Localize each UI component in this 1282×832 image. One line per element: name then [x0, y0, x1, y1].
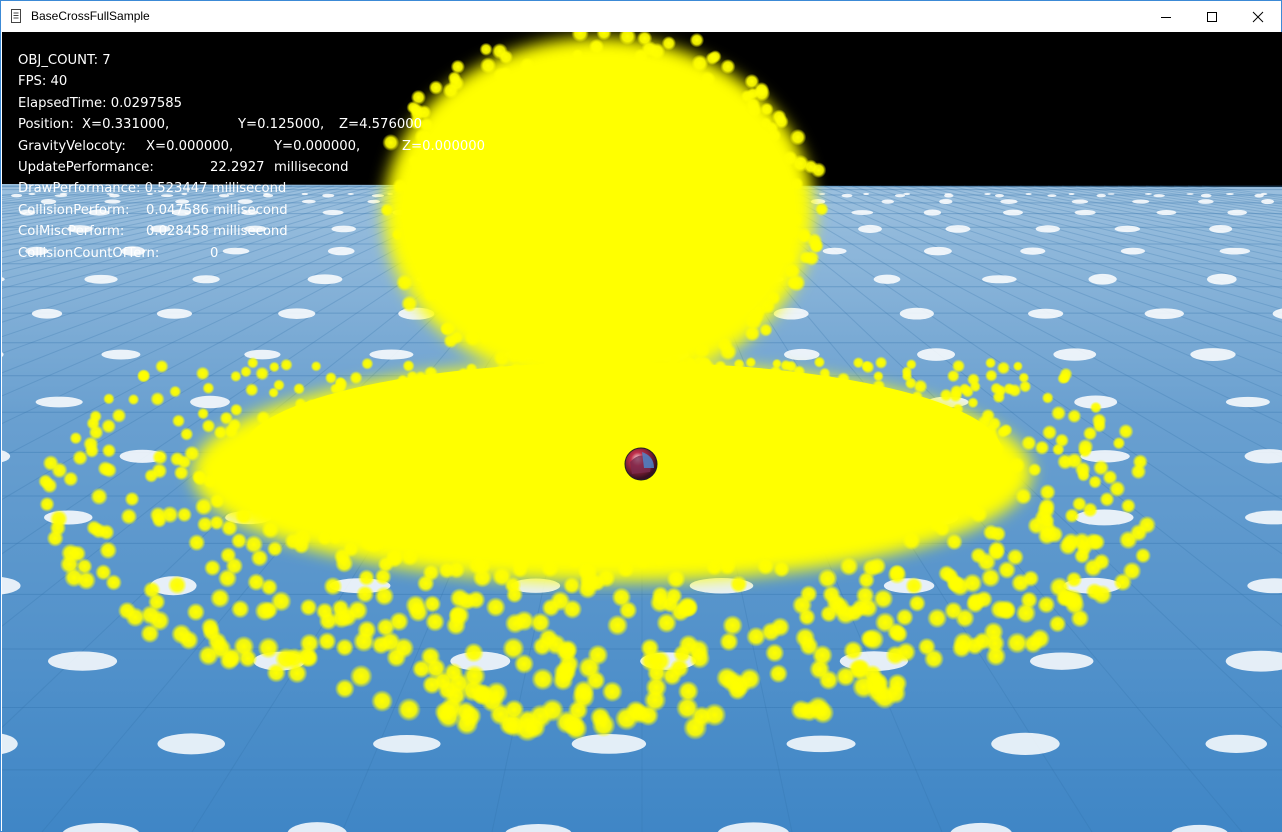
maximize-button[interactable] — [1189, 1, 1235, 32]
close-button[interactable] — [1235, 1, 1281, 32]
maximize-icon — [1207, 11, 1217, 22]
player-ball — [624, 447, 658, 481]
close-icon — [1252, 11, 1264, 22]
window-title: BaseCrossFullSample — [31, 9, 150, 23]
title-bar[interactable]: BaseCrossFullSample — [1, 1, 1281, 32]
document-icon — [11, 9, 21, 23]
minimize-icon — [1161, 16, 1171, 18]
game-viewport[interactable]: OBJ_COUNT: 7 FPS: 40 ElapsedTime: 0.0297… — [2, 32, 1282, 832]
app-window: BaseCrossFullSample OBJ_COUNT: 7 FPS: 40… — [0, 0, 1282, 832]
minimize-button[interactable] — [1143, 1, 1189, 32]
